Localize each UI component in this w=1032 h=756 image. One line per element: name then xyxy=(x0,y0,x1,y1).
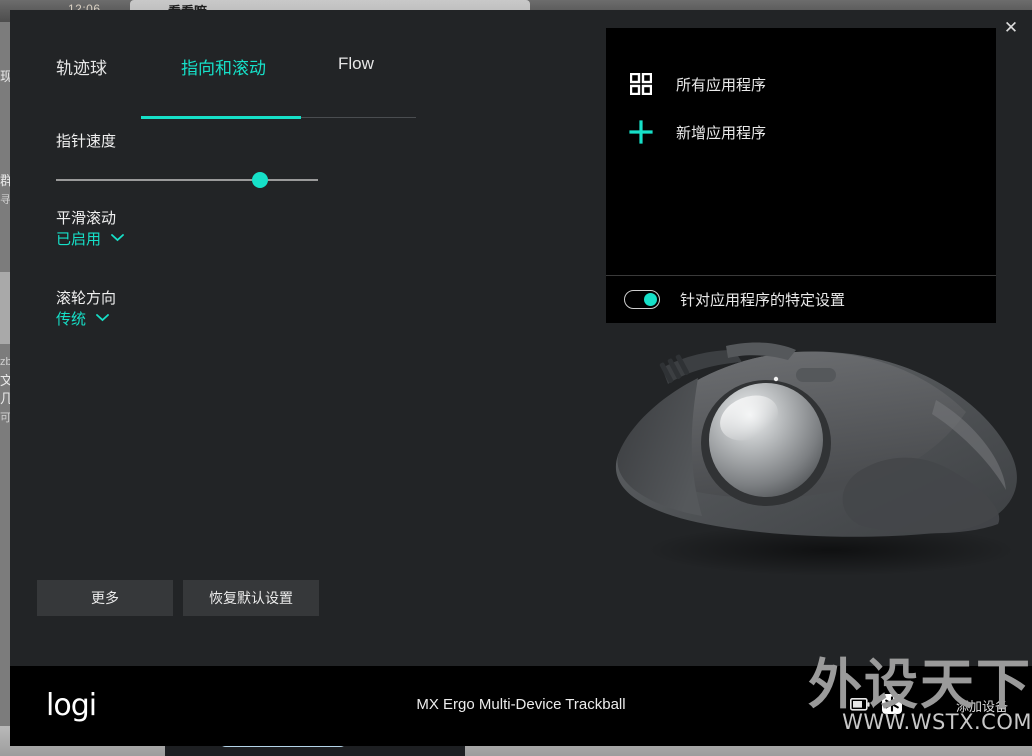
app-specific-settings-popup: 所有应用程序 新增应用程序 针对应用程序的特定设置 xyxy=(606,28,996,323)
smooth-scrolling-dropdown[interactable]: 已启用 xyxy=(56,228,125,249)
battery-icon[interactable] xyxy=(850,697,870,716)
scroll-direction-dropdown[interactable]: 传统 xyxy=(56,308,110,329)
scroll-direction-label: 滚轮方向 xyxy=(56,290,117,307)
pointer-speed-label: 指针速度 xyxy=(56,133,117,150)
app-specific-settings-toggle[interactable] xyxy=(624,290,660,309)
footer-icon-group xyxy=(850,694,902,719)
unifying-icon[interactable] xyxy=(882,694,902,719)
toggle-label: 针对应用程序的特定设置 xyxy=(680,292,846,309)
chevron-down-icon xyxy=(96,313,110,322)
tab-trackball[interactable]: 轨迹球 xyxy=(56,54,107,100)
popup-item-add-application[interactable]: 新增应用程序 xyxy=(606,108,996,156)
tab-flow[interactable]: Flow xyxy=(338,54,374,100)
tab-point-and-scroll[interactable]: 指向和滚动 xyxy=(181,54,266,100)
restore-defaults-button[interactable]: 恢复默认设置 xyxy=(183,580,319,616)
logitech-options-window: – ✕ 轨迹球 指向和滚动 Flow 指针速度 平滑滚动 已启用 滚轮方向 xyxy=(10,10,1032,746)
smooth-scrolling-value: 已启用 xyxy=(56,231,102,248)
active-tab-underline xyxy=(141,116,301,119)
smooth-scrolling-label: 平滑滚动 xyxy=(56,210,117,227)
add-device-button[interactable]: 添加设备 xyxy=(956,696,1008,715)
slider-track xyxy=(56,179,318,181)
slider-knob[interactable] xyxy=(252,172,268,188)
popup-item-label: 新增应用程序 xyxy=(676,124,767,142)
app-specific-settings-toggle-row[interactable]: 针对应用程序的特定设置 xyxy=(606,276,996,323)
popup-item-all-applications[interactable]: 所有应用程序 xyxy=(606,60,996,108)
popup-item-label: 所有应用程序 xyxy=(676,76,767,94)
footer-bar: logi MX Ergo Multi-Device Trackball 添加设备… xyxy=(10,657,1032,746)
more-button[interactable]: 更多 xyxy=(37,580,173,616)
trackball-device-image xyxy=(606,340,1032,590)
plus-icon xyxy=(628,119,654,145)
screen: 12:06 看看嘛 现 群 寻 文 zb 几 可 – ✕ 轨迹球 指向和滚动 F… xyxy=(0,0,1032,756)
toggle-knob xyxy=(644,293,657,306)
chevron-down-icon xyxy=(111,233,125,242)
grid-icon xyxy=(628,71,654,97)
scroll-direction-value: 传统 xyxy=(56,311,87,328)
tab-baseline xyxy=(301,117,416,118)
pointer-speed-slider[interactable] xyxy=(56,172,318,188)
